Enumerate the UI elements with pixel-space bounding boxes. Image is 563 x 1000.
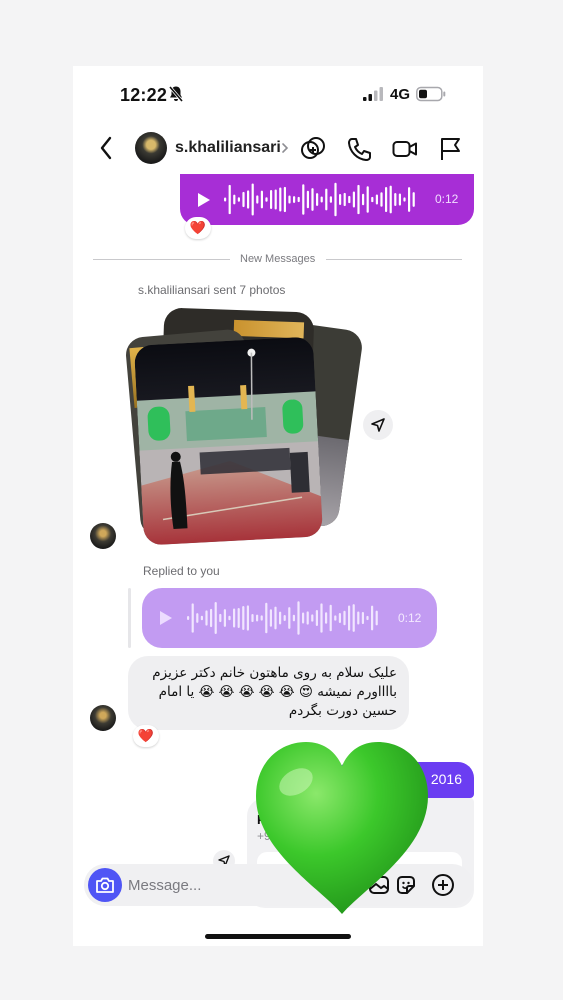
message-line: علیک سلام به روی ماهتون خانم دکتر عزیزم (152, 665, 397, 681)
cell-signal-icon (363, 87, 383, 101)
add-people-icon[interactable] (299, 135, 327, 163)
heart-reaction[interactable]: ❤️ (185, 217, 211, 239)
sender-avatar[interactable] (90, 523, 116, 549)
contact-username[interactable]: s.khaliliansari (175, 139, 281, 157)
divider-left (93, 259, 230, 260)
voice-duration: 0:12 (398, 611, 422, 625)
voice-duration: 0:12 (435, 192, 459, 206)
message-line: بااااورم نمیشه 😍 😭 😭 😭 😭 😭 یا امام (158, 684, 397, 700)
text-message[interactable]: علیک سلام به روی ماهتون خانم دکتر عزیزم … (128, 656, 409, 730)
camera-button[interactable] (88, 868, 122, 902)
flag-icon[interactable] (436, 135, 464, 163)
play-icon[interactable] (197, 192, 211, 208)
heart-reaction[interactable]: ❤️ (133, 725, 159, 747)
contact-avatar[interactable] (135, 132, 167, 164)
photos-sent-label: s.khaliliansari sent 7 photos (138, 283, 286, 297)
paper-plane-icon (371, 418, 385, 432)
home-indicator (205, 934, 351, 939)
sender-avatar[interactable] (90, 705, 116, 731)
chevron-right-icon[interactable] (280, 142, 290, 154)
green-heart-icon (256, 742, 428, 914)
share-button[interactable] (363, 410, 393, 440)
phone-icon[interactable] (345, 135, 373, 163)
network-type: 4G (390, 86, 411, 103)
status-time: 12:22 (120, 85, 168, 105)
voice-message-reply[interactable]: 0:12 (142, 588, 437, 648)
back-arrow-icon[interactable] (98, 135, 114, 161)
message-line: حسین دورت بگردم (288, 703, 397, 719)
reaction-emoji: ❤️ (137, 728, 155, 743)
new-messages-divider: New Messages (240, 253, 316, 265)
message-text: علیک سلام به روی ماهتون خانم دکتر عزیزم … (135, 664, 397, 721)
camera-icon (96, 877, 114, 893)
divider-right (326, 259, 462, 260)
battery-icon (416, 86, 446, 102)
replied-label: Replied to you (143, 564, 220, 578)
chat-header: s.khaliliansari (73, 122, 483, 176)
status-bar: 12:22 4G (73, 66, 483, 122)
bell-muted-icon (168, 86, 184, 102)
reply-indicator-bar (128, 588, 131, 648)
voice-message-sent[interactable]: 0:12 (180, 174, 474, 225)
add-icon[interactable] (431, 873, 455, 897)
voice-waveform[interactable] (187, 600, 387, 636)
play-icon[interactable] (159, 610, 173, 626)
photo-stack-front[interactable] (133, 336, 324, 546)
voice-waveform[interactable] (224, 182, 424, 217)
sent-message-text: 2016 (430, 771, 462, 787)
reaction-emoji: ❤️ (189, 220, 207, 235)
shrine-photo (133, 336, 324, 546)
video-call-icon[interactable] (391, 135, 419, 163)
